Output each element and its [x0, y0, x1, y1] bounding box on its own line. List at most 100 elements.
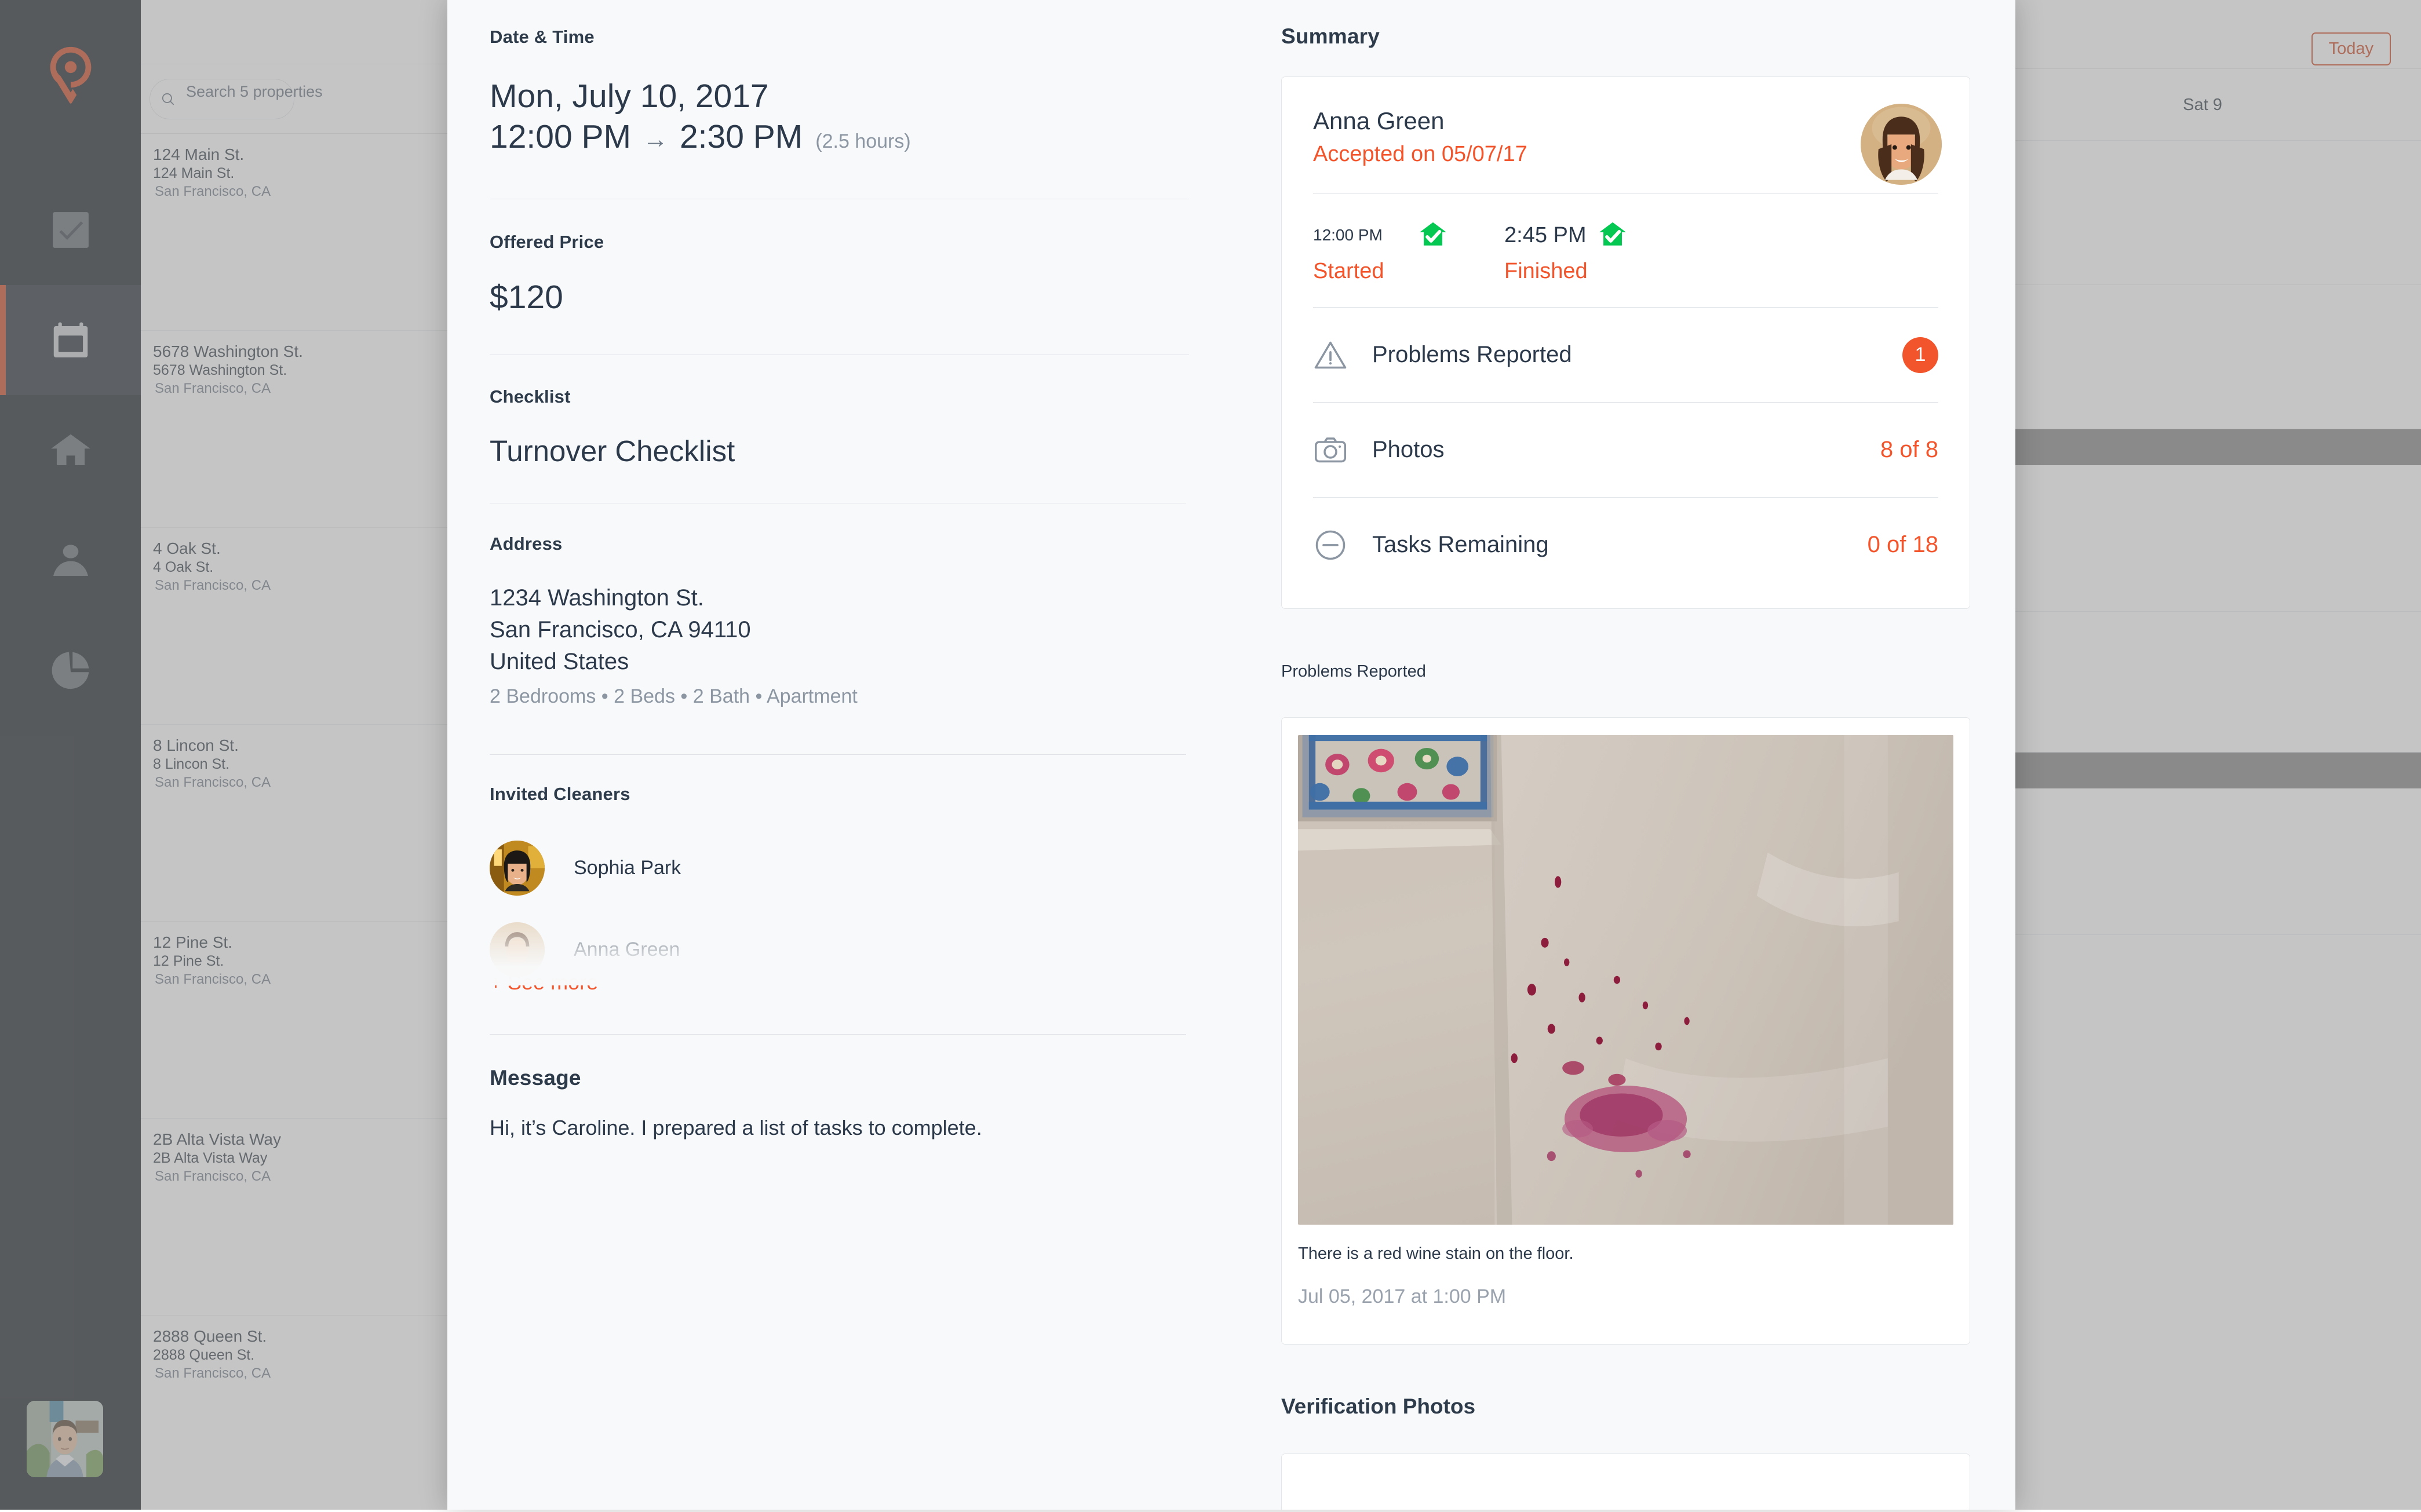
properties-search-zone: Search 5 properties	[141, 64, 465, 133]
finished-block: 2:45 PM Finished	[1504, 220, 1628, 284]
invited-cleaners-label: Invited Cleaners	[490, 784, 1189, 805]
verification-photos-label: Verification Photos	[1281, 1394, 1970, 1419]
calendar-icon	[48, 317, 93, 363]
property-address: 124 Main St.	[153, 165, 465, 182]
modal-right-column: Summary	[1244, 0, 2015, 1510]
green-home-check-icon	[1417, 220, 1449, 251]
avatar[interactable]	[27, 1401, 103, 1477]
list-item[interactable]: 2888 Queen St. 2888 Queen St. San Franci…	[141, 1315, 465, 1512]
checklist-name[interactable]: Turnover Checklist	[490, 434, 1189, 468]
sidebar-rail	[0, 0, 141, 1510]
search-placeholder-text: Search 5 properties	[186, 83, 323, 101]
camera-icon	[1313, 433, 1348, 468]
list-item[interactable]: 124 Main St. 124 Main St. San Francisco,…	[141, 133, 465, 330]
job-detail-modal: Date & Time Mon, July 10, 2017 12:00 PM …	[447, 0, 2015, 1510]
application-root: Search 5 properties 124 Main St. 124 Mai…	[0, 0, 2421, 1510]
property-title: 8 Lincon St.	[153, 735, 465, 755]
job-time-range: 12:00 PM → 2:30 PM (2.5 hours)	[490, 117, 1189, 158]
summary-section-label: Summary	[1281, 24, 1970, 49]
property-address: 12 Pine St.	[153, 952, 465, 970]
property-address: 2B Alta Vista Way	[153, 1149, 465, 1167]
search-input[interactable]: Search 5 properties	[150, 79, 294, 119]
person-icon	[48, 538, 93, 583]
minus-circle-icon	[1313, 528, 1348, 563]
problem-photo-image	[1298, 735, 1953, 1225]
summary-card: Anna Green Accepted on 05/07/17 12:00 PM	[1281, 76, 1970, 609]
address-meta: 2 Bedrooms • 2 Beds • 2 Bath • Apartment	[490, 685, 1189, 708]
property-title: 124 Main St.	[153, 144, 465, 165]
job-date: Mon, July 10, 2017	[490, 76, 1189, 117]
stat-value: 0 of 18	[1868, 532, 1938, 558]
stat-label: Tasks Remaining	[1372, 532, 1549, 558]
property-city: San Francisco, CA	[153, 1364, 465, 1382]
sidebar-item-properties[interactable]	[0, 395, 141, 505]
started-label: Started	[1313, 259, 1504, 284]
cleaner-name: Sophia Park	[574, 857, 681, 879]
verification-photos-card[interactable]	[1281, 1453, 1970, 1510]
finished-time: 2:45 PM	[1504, 223, 1587, 248]
properties-list: 124 Main St. 124 Main St. San Francisco,…	[141, 133, 465, 1510]
search-icon	[161, 92, 176, 107]
property-city: San Francisco, CA	[153, 773, 465, 791]
list-item[interactable]: 2B Alta Vista Way 2B Alta Vista Way San …	[141, 1118, 465, 1315]
job-duration: (2.5 hours)	[815, 130, 910, 154]
property-title: 12 Pine St.	[153, 932, 465, 952]
property-city: San Francisco, CA	[153, 576, 465, 594]
calendar-day-label: Sat 9	[1984, 96, 2421, 115]
problem-timestamp: Jul 05, 2017 at 1:00 PM	[1298, 1285, 1953, 1308]
address-section-label: Address	[490, 534, 1189, 554]
list-item[interactable]: 5678 Washington St. 5678 Washington St. …	[141, 330, 465, 527]
stat-label: Problems Reported	[1372, 342, 1572, 368]
property-city: San Francisco, CA	[153, 379, 465, 397]
assigned-cleaner-avatar-image	[1861, 104, 1942, 185]
stat-row-problems[interactable]: Problems Reported 1	[1313, 308, 1938, 402]
property-city: San Francisco, CA	[153, 1167, 465, 1185]
app-logo[interactable]	[0, 23, 141, 127]
list-item[interactable]: Sophia Park	[490, 841, 1189, 896]
today-button[interactable]: Today	[2311, 32, 2391, 65]
property-address: 4 Oak St.	[153, 558, 465, 576]
list-item[interactable]: 8 Lincon St. 8 Lincon St. San Francisco,…	[141, 724, 465, 921]
checkbox-checked-icon	[48, 207, 93, 253]
cleaners-fade-mask	[490, 899, 1189, 985]
message-body: Hi, it’s Caroline. I prepared a list of …	[490, 1116, 1189, 1140]
stat-row-photos[interactable]: Photos 8 of 8	[1313, 403, 1938, 497]
user-avatar-image	[27, 1401, 103, 1477]
sidebar-item-tasks[interactable]	[0, 175, 141, 285]
accepted-status: Accepted on 05/07/17	[1313, 142, 1938, 167]
assigned-cleaner-name: Anna Green	[1313, 107, 1938, 135]
home-icon	[48, 428, 93, 473]
status-badge: 1	[1902, 337, 1938, 373]
cleaner-avatar-image	[490, 841, 545, 896]
datetime-section-label: Date & Time	[490, 27, 1189, 48]
properties-panel: Search 5 properties 124 Main St. 124 Mai…	[141, 0, 465, 1510]
message-section-label: Message	[490, 1066, 1189, 1090]
avatar	[490, 841, 545, 896]
property-city: San Francisco, CA	[153, 970, 465, 988]
property-address: 8 Lincon St.	[153, 755, 465, 773]
property-title: 4 Oak St.	[153, 538, 465, 558]
problem-report-card[interactable]: There is a red wine stain on the floor. …	[1281, 717, 1970, 1345]
calendar-col[interactable]	[1984, 141, 2421, 1510]
sidebar-item-cleaners[interactable]	[0, 505, 141, 615]
location-pin-logo-icon	[43, 43, 99, 107]
sidebar-item-calendar[interactable]	[0, 285, 141, 395]
started-time: 12:00 PM	[1313, 226, 1383, 244]
pie-chart-icon	[48, 648, 93, 693]
green-home-check-icon	[1597, 220, 1628, 251]
sidebar-item-reports[interactable]	[0, 615, 141, 725]
job-time-start: 12:00 PM	[490, 117, 631, 158]
property-address: 2888 Queen St.	[153, 1346, 465, 1364]
problem-photo[interactable]	[1298, 735, 1953, 1225]
stat-row-tasks[interactable]: Tasks Remaining 0 of 18	[1313, 498, 1938, 592]
checklist-section-label: Checklist	[490, 386, 1189, 407]
address-line-1: 1234 Washington St.	[490, 582, 1189, 614]
property-title: 5678 Washington St.	[153, 341, 465, 361]
property-address: 5678 Washington St.	[153, 361, 465, 379]
list-item[interactable]: 12 Pine St. 12 Pine St. San Francisco, C…	[141, 921, 465, 1118]
calendar-col-day-9[interactable]: Sat 9	[1984, 69, 2421, 140]
job-time-end: 2:30 PM	[680, 117, 803, 158]
price-section-label: Offered Price	[490, 232, 1189, 253]
arrow-right-icon: →	[643, 124, 668, 155]
list-item[interactable]: 4 Oak St. 4 Oak St. San Francisco, CA	[141, 527, 465, 724]
